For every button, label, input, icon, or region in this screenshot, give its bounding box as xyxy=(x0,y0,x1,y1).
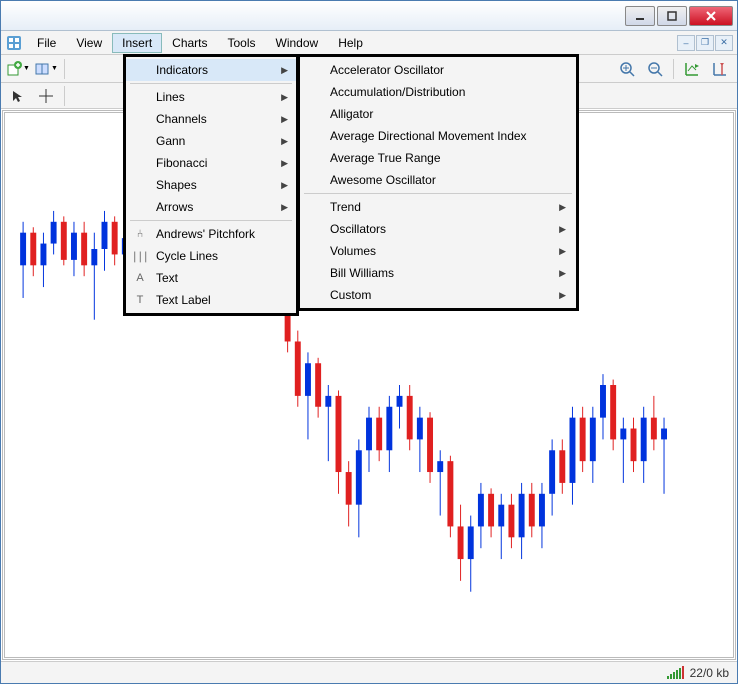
indicators-submenu: Accelerator Oscillator Accumulation/Dist… xyxy=(297,54,579,311)
menu-adx[interactable]: Average Directional Movement Index xyxy=(300,125,576,147)
connection-status: 22/0 kb xyxy=(690,666,729,680)
app-window: File View Insert Charts Tools Window Hel… xyxy=(0,0,738,684)
menu-tools[interactable]: Tools xyxy=(218,33,266,53)
menu-insert[interactable]: Insert xyxy=(112,33,162,53)
minimize-button[interactable] xyxy=(625,6,655,26)
menu-shapes[interactable]: Shapes▶ xyxy=(126,174,296,196)
titlebar xyxy=(1,1,737,31)
mdi-minimize-button[interactable]: ‒ xyxy=(677,35,695,51)
status-bar: 22/0 kb xyxy=(1,661,737,683)
menubar: File View Insert Charts Tools Window Hel… xyxy=(1,31,737,55)
pitchfork-icon: ⑃ xyxy=(132,228,148,240)
cursor-button[interactable] xyxy=(5,85,31,107)
menu-volumes[interactable]: Volumes▶ xyxy=(300,240,576,262)
text-label-icon: T xyxy=(132,294,148,306)
crosshair-button[interactable] xyxy=(33,85,59,107)
menu-help[interactable]: Help xyxy=(328,33,373,53)
menu-alligator[interactable]: Alligator xyxy=(300,103,576,125)
menu-text[interactable]: AText xyxy=(126,267,296,289)
connection-icon xyxy=(667,667,684,679)
zoom-out-button[interactable] xyxy=(642,58,668,80)
menu-gann[interactable]: Gann▶ xyxy=(126,130,296,152)
app-icon xyxy=(5,34,23,52)
menu-atr[interactable]: Average True Range xyxy=(300,147,576,169)
menu-accumulation-distribution[interactable]: Accumulation/Distribution xyxy=(300,81,576,103)
menu-cycle-lines[interactable]: ∣∣∣Cycle Lines xyxy=(126,245,296,267)
new-chart-button[interactable]: ▼ xyxy=(5,58,31,80)
close-button[interactable] xyxy=(689,6,733,26)
maximize-button[interactable] xyxy=(657,6,687,26)
menu-awesome-oscillator[interactable]: Awesome Oscillator xyxy=(300,169,576,191)
menu-window[interactable]: Window xyxy=(266,33,329,53)
menu-charts[interactable]: Charts xyxy=(162,33,217,53)
auto-scroll-button[interactable] xyxy=(679,58,705,80)
menu-channels[interactable]: Channels▶ xyxy=(126,108,296,130)
menu-indicators[interactable]: Indicators▶ xyxy=(126,59,296,81)
menu-arrows[interactable]: Arrows▶ xyxy=(126,196,296,218)
menu-view[interactable]: View xyxy=(66,33,112,53)
text-icon: A xyxy=(132,272,148,284)
menu-andrews-pitchfork[interactable]: ⑃Andrews' Pitchfork xyxy=(126,223,296,245)
menu-oscillators[interactable]: Oscillators▶ xyxy=(300,218,576,240)
menu-lines[interactable]: Lines▶ xyxy=(126,86,296,108)
chart-shift-button[interactable] xyxy=(707,58,733,80)
menu-custom[interactable]: Custom▶ xyxy=(300,284,576,306)
mdi-close-button[interactable]: ✕ xyxy=(715,35,733,51)
menu-accelerator-oscillator[interactable]: Accelerator Oscillator xyxy=(300,59,576,81)
menu-text-label[interactable]: TText Label xyxy=(126,289,296,311)
menu-trend[interactable]: Trend▶ xyxy=(300,196,576,218)
insert-dropdown: Indicators▶ Lines▶ Channels▶ Gann▶ Fibon… xyxy=(123,54,299,316)
mdi-restore-button[interactable]: ❐ xyxy=(696,35,714,51)
menu-bill-williams[interactable]: Bill Williams▶ xyxy=(300,262,576,284)
cycle-lines-icon: ∣∣∣ xyxy=(132,250,148,263)
profiles-button[interactable]: ▼ xyxy=(33,58,59,80)
menu-file[interactable]: File xyxy=(27,33,66,53)
menu-fibonacci[interactable]: Fibonacci▶ xyxy=(126,152,296,174)
zoom-in-button[interactable] xyxy=(614,58,640,80)
